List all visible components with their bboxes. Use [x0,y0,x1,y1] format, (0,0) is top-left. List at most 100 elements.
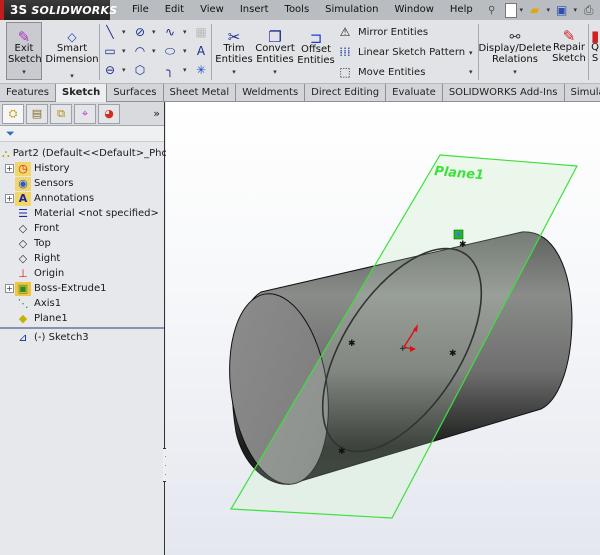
rectangle-dropdown-icon[interactable]: ▾ [122,47,126,55]
property-manager-tab-icon[interactable]: ▤ [26,103,48,124]
chevron-down-icon[interactable]: ▾ [22,67,26,78]
tab-sheet-metal[interactable]: Sheet Metal [163,84,237,101]
tab-direct-editing[interactable]: Direct Editing [305,84,387,101]
ellipse-dropdown-icon[interactable]: ▾ [183,47,187,55]
tab-features[interactable]: Features [0,84,56,101]
slot-icon[interactable]: ⊖ [103,63,117,77]
fillet-dropdown-icon[interactable]: ▾ [183,66,187,74]
spline-dropdown-icon[interactable]: ▾ [183,28,187,36]
tab-evaluate[interactable]: Evaluate [386,84,443,101]
tab-sketch[interactable]: Sketch [56,84,108,102]
point-icon[interactable]: ✳ [194,63,208,77]
configuration-manager-tab-icon[interactable]: ⧉ [50,103,72,124]
sketch-point-icon[interactable]: ✱ [459,240,467,250]
chevron-down-icon[interactable]: ▾ [70,71,74,82]
circle-icon[interactable]: ⊘ [133,25,147,39]
sketch-point-icon[interactable]: ✱ [348,339,356,349]
arc-icon[interactable]: ◠ [133,44,147,58]
line-icon[interactable]: ╲ [103,25,117,39]
new-document-icon[interactable] [504,2,517,18]
open-dropdown-icon[interactable]: ▾ [544,6,553,14]
graphics-area[interactable]: Plane1 ✱ ✱ ✱ ✱ + [166,102,600,555]
menu-edit[interactable]: Edit [157,0,192,20]
smart-dimension-button[interactable]: ◇ Smart Dimension ▾ [45,23,98,82]
separator [588,24,589,80]
tree-item-sketch3[interactable]: ⊿ (-) Sketch3 [0,330,164,345]
move-entities-dropdown-icon[interactable]: ▾ [469,68,473,76]
quick-snaps-button[interactable]: ▮ Q S [591,26,600,65]
tree-item-label: Material <not specified> [34,208,159,219]
more-tabs-icon[interactable]: » [153,107,160,120]
mirror-entities-button[interactable]: ⚠ Mirror Entities [336,25,428,39]
tree-item-label: (-) Sketch3 [34,332,89,343]
polygon-icon[interactable]: ⬡ [133,63,147,77]
tree-item-plane1[interactable]: ◆ Plane1 [0,311,164,326]
text-icon[interactable]: A [194,44,208,58]
slot-dropdown-icon[interactable]: ▾ [122,66,126,74]
pin-icon[interactable]: ⚲ [483,2,501,18]
tree-item-right[interactable]: ◇ Right [0,251,164,266]
expand-icon[interactable]: + [5,284,14,293]
tab-solidworks-add-ins[interactable]: SOLIDWORKS Add-Ins [442,84,565,101]
surface-mesh-icon[interactable]: ▦ [194,25,208,39]
expand-icon[interactable]: + [5,194,14,203]
display-manager-tab-icon[interactable]: ◕ [98,103,120,124]
tab-weldments[interactable]: Weldments [236,84,306,101]
sketch-point-icon[interactable]: ✱ [449,349,457,359]
repair-sketch-button[interactable]: ✎ Repair Sketch [552,26,586,65]
linear-sketch-pattern-button[interactable]: ⁞⁞⁞ Linear Sketch Pattern [336,45,465,59]
tree-item-sensors[interactable]: ◉ Sensors [0,176,164,191]
tree-item-part[interactable]: ⛬ Part2 (Default<<Default>_Photo [0,146,178,161]
menu-insert[interactable]: Insert [232,0,277,20]
tree-item-annotations[interactable]: + A Annotations [0,191,164,206]
ellipse-icon[interactable]: ⬭ [163,44,177,58]
chevron-down-icon[interactable]: ▾ [513,67,517,78]
chevron-down-icon[interactable]: ▾ [273,67,277,78]
sketch-icon: ⊿ [18,331,28,344]
tree-item-top[interactable]: ◇ Top [0,236,164,251]
trim-entities-label: Trim Entities [215,43,253,65]
move-entities-button[interactable]: ⬚ Move Entities [336,65,425,79]
new-dropdown-icon[interactable]: ▾ [517,6,526,14]
spline-icon[interactable]: ∿ [163,25,177,39]
circle-dropdown-icon[interactable]: ▾ [152,28,156,36]
tab-simulation[interactable]: Simulation [564,84,600,101]
linear-pattern-icon: ⁞⁞⁞ [339,45,351,59]
offset-entities-button[interactable]: ⊐ Offset Entities [297,30,334,67]
linear-pattern-dropdown-icon[interactable]: ▾ [469,49,473,57]
display-delete-relations-button[interactable]: ⚯ Display/Delete Relations ▾ [478,23,551,78]
filter-icon[interactable]: ⏷ [0,126,164,142]
tree-item-axis[interactable]: ⋱ Axis1 [0,296,164,311]
tree-item-material[interactable]: ☰ Material <not specified> [0,206,164,221]
menu-window[interactable]: Window [386,0,441,20]
dimxpert-tab-icon[interactable]: ⌖ [74,103,96,124]
tree-item-front[interactable]: ◇ Front [0,221,164,236]
exit-sketch-button[interactable]: ✎ Exit Sketch ▾ [6,22,42,80]
feature-manager-tab-icon[interactable]: ⛭ [2,103,24,124]
save-icon[interactable]: ▣ [553,2,571,18]
tree-item-origin[interactable]: ⊥ Origin [0,266,164,281]
menu-view[interactable]: View [192,0,232,20]
open-folder-icon[interactable]: ▰ [526,2,544,18]
expand-icon[interactable]: + [5,164,14,173]
menu-file[interactable]: File [124,0,157,20]
tree-item-history[interactable]: + ◷ History [0,161,164,176]
print-icon[interactable]: ⎙ [580,2,598,18]
rollback-bar[interactable] [0,327,164,329]
menu-help[interactable]: Help [442,0,481,20]
convert-entities-button[interactable]: ❐ Convert Entities ▾ [255,23,295,78]
separator [99,24,100,80]
rectangle-icon[interactable]: ▭ [103,44,117,58]
fillet-icon[interactable]: ╮ [163,63,177,77]
chevron-down-icon[interactable]: ▾ [232,67,236,78]
sketch-point-icon[interactable]: ✱ [338,447,346,457]
menu-simulation[interactable]: Simulation [317,0,386,20]
tree-item-boss-extrude[interactable]: + ▣ Boss-Extrude1 [0,281,164,296]
solidworks-logo[interactable]: 3S SOLIDWORKS [0,0,117,20]
menu-tools[interactable]: Tools [277,0,318,20]
tab-surfaces[interactable]: Surfaces [107,84,164,101]
save-dropdown-icon[interactable]: ▾ [571,6,580,14]
trim-entities-button[interactable]: ✂ Trim Entities ▾ [215,23,253,78]
line-dropdown-icon[interactable]: ▾ [122,28,126,36]
arc-dropdown-icon[interactable]: ▾ [152,47,156,55]
